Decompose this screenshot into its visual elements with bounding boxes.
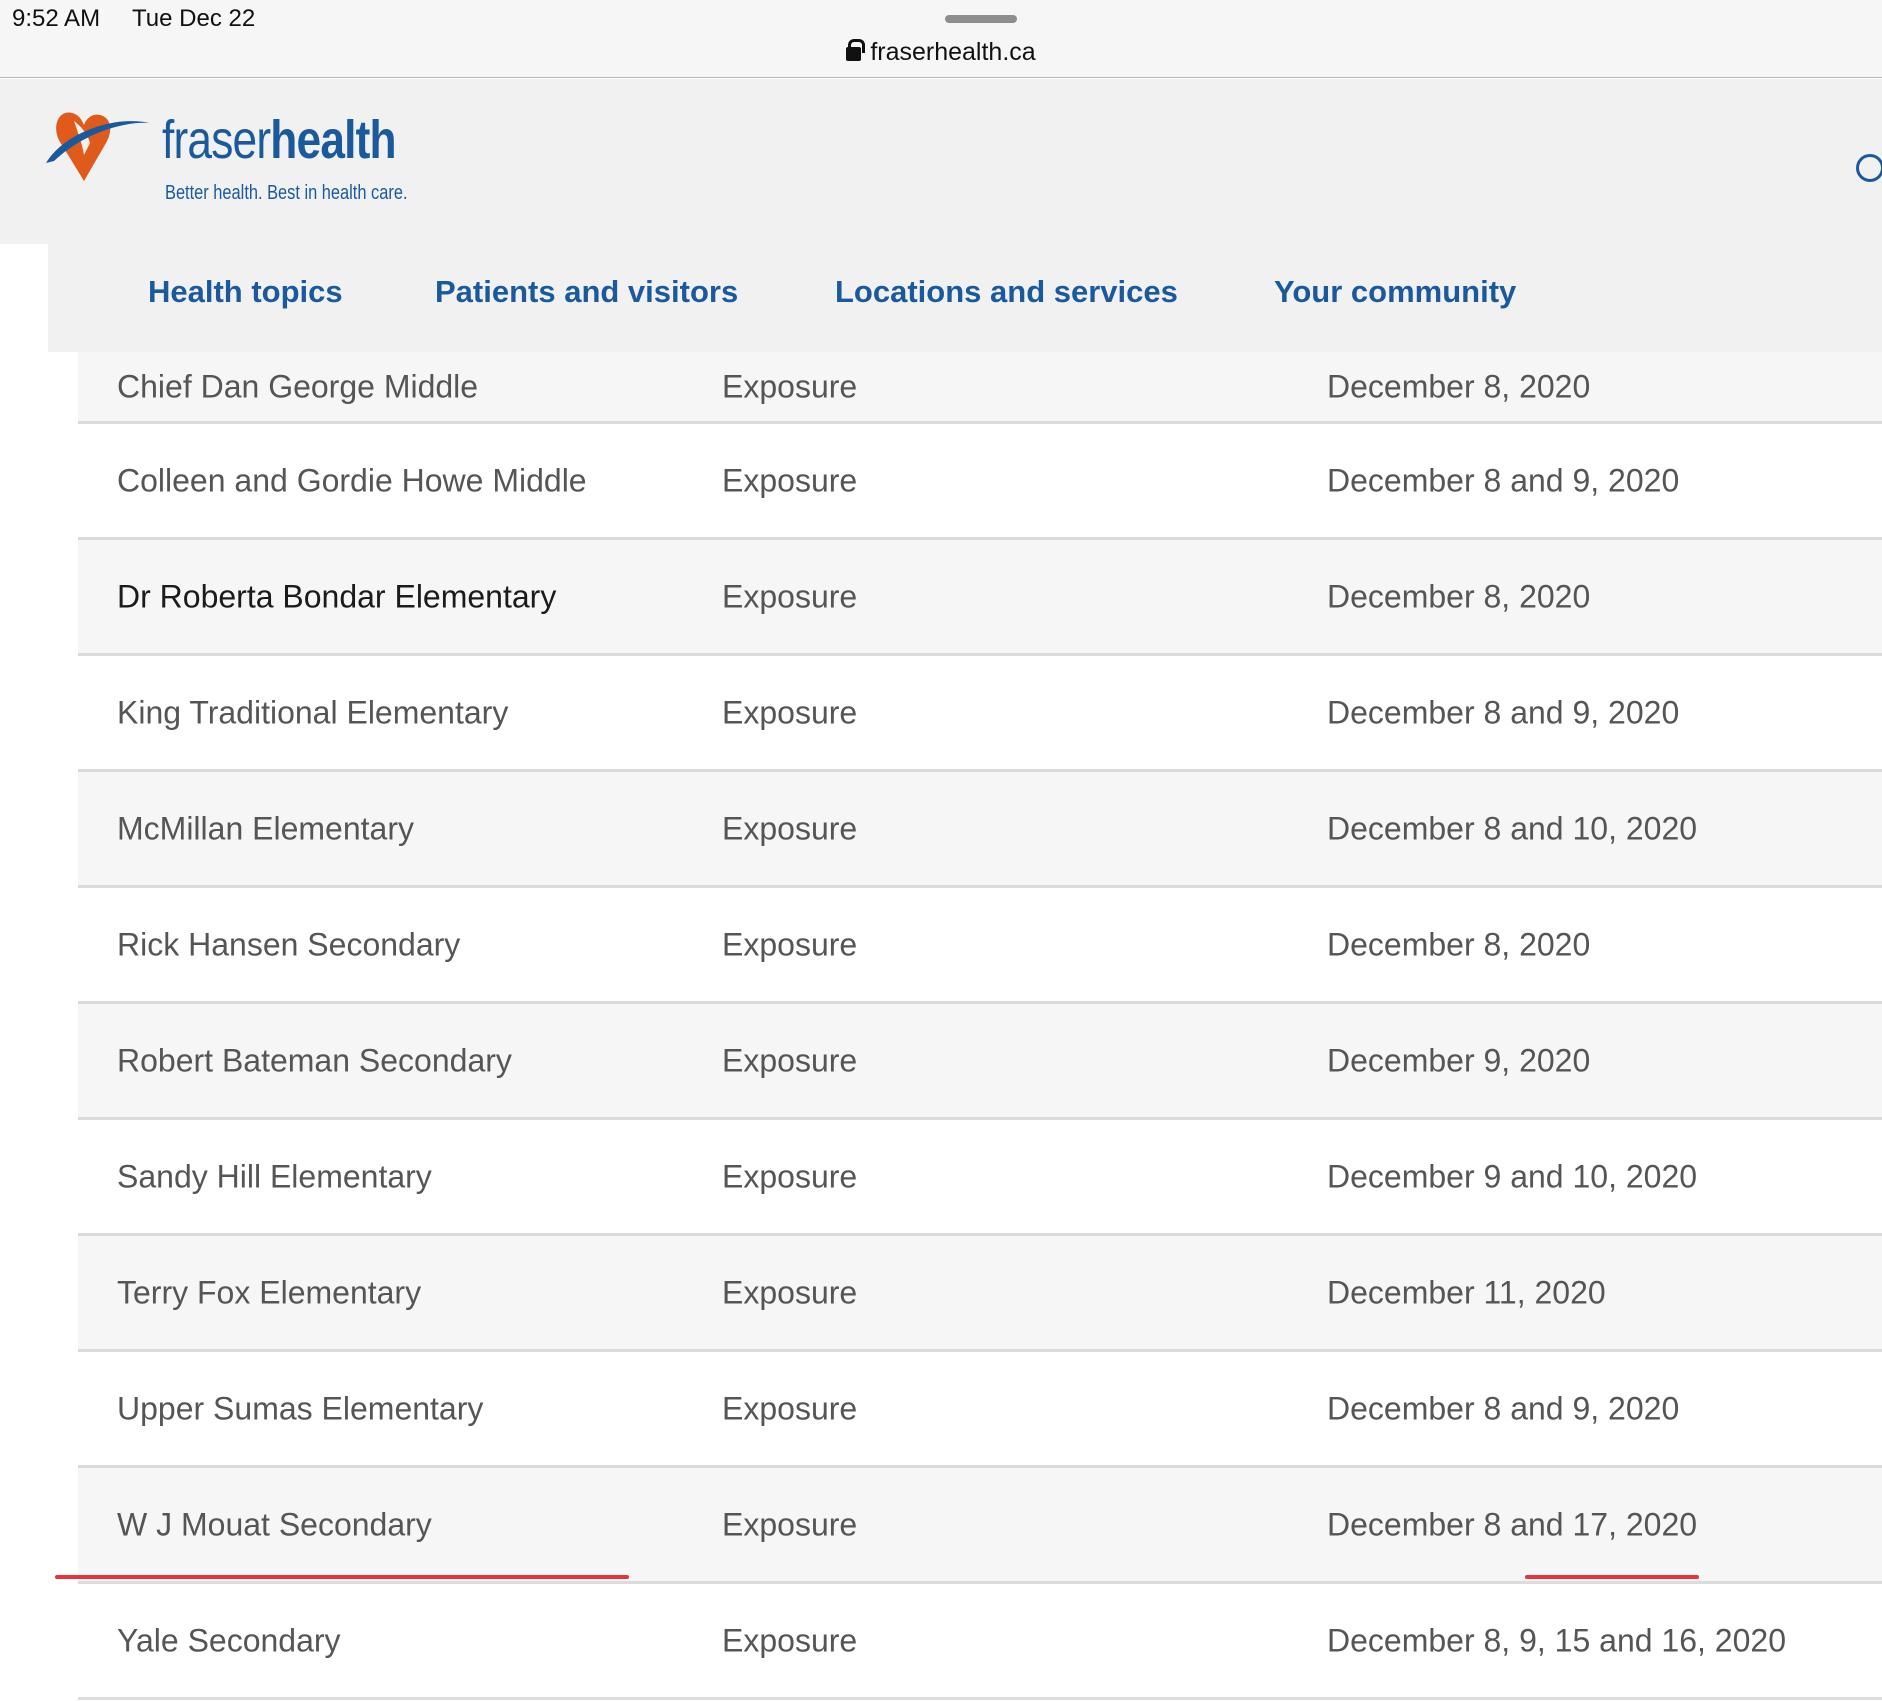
exposure-type-cell: Exposure — [722, 1506, 858, 1542]
school-name-cell: McMillan Elementary — [117, 810, 414, 846]
exposure-date-cell: December 8 and 9, 2020 — [1327, 1390, 1680, 1426]
school-name-cell: King Traditional Elementary — [117, 694, 509, 730]
school-name-cell: Dr Roberta Bondar Elementary — [117, 578, 557, 614]
table-row: McMillan Elementary Exposure December 8 … — [78, 772, 1882, 888]
exposure-date-cell: December 8 and 9, 2020 — [1327, 694, 1680, 730]
main-navigation: Health topics Patients and visitors Loca… — [48, 244, 1882, 352]
school-exposures-table: Chief Dan George Middle Exposure Decembe… — [78, 352, 1882, 1700]
lock-icon — [846, 39, 866, 61]
exposure-type-cell: Exposure — [722, 1390, 858, 1426]
exposure-date-cell: December 8, 2020 — [1327, 578, 1591, 614]
exposure-date-cell: December 8, 2020 — [1327, 926, 1591, 962]
exposure-type-cell: Exposure — [722, 1622, 858, 1658]
exposure-type-cell: Exposure — [722, 1158, 858, 1194]
brand-name-part2: health — [270, 110, 396, 170]
school-name-cell: Yale Secondary — [117, 1622, 341, 1658]
table-row: Colleen and Gordie Howe Middle Exposure … — [78, 424, 1882, 540]
school-name-cell: Upper Sumas Elementary — [117, 1390, 484, 1426]
exposure-date-cell: December 9 and 10, 2020 — [1327, 1158, 1698, 1194]
exposure-type-cell: Exposure — [722, 926, 858, 962]
browser-status-bar: 9:52 AM Tue Dec 22 fraserhealth.ca — [0, 0, 1882, 78]
table-row: Sandy Hill Elementary Exposure December … — [78, 1120, 1882, 1236]
exposure-type-cell: Exposure — [722, 462, 858, 498]
exposure-type-cell: Exposure — [722, 810, 858, 846]
table-row: Terry Fox Elementary Exposure December 1… — [78, 1236, 1882, 1352]
red-underline-date-annotation — [1525, 1575, 1699, 1579]
exposure-type-cell: Exposure — [722, 578, 858, 614]
exposure-date-cell: December 8, 2020 — [1327, 368, 1591, 404]
school-name-cell: W J Mouat Secondary — [117, 1506, 432, 1542]
exposure-type-cell: Exposure — [722, 1042, 858, 1078]
exposure-date-cell: December 8 and 10, 2020 — [1327, 810, 1698, 846]
red-underline-school-annotation — [55, 1575, 629, 1579]
nav-locations-and-services[interactable]: Locations and services — [835, 274, 1178, 310]
table-row: W J Mouat Secondary Exposure December 8 … — [78, 1468, 1882, 1584]
exposure-type-cell: Exposure — [722, 1274, 858, 1310]
status-date: Tue Dec 22 — [132, 5, 256, 32]
school-name-cell: Rick Hansen Secondary — [117, 926, 461, 962]
nav-patients-and-visitors[interactable]: Patients and visitors — [435, 274, 738, 310]
table-row: Yale Secondary Exposure December 8, 9, 1… — [78, 1584, 1882, 1700]
school-name-cell: Robert Bateman Secondary — [117, 1042, 512, 1078]
school-name-cell: Terry Fox Elementary — [117, 1274, 422, 1310]
window-grabber-handle[interactable] — [945, 15, 1017, 23]
site-header: fraserhealth Better health. Best in heal… — [0, 79, 1882, 244]
school-name-cell: Chief Dan George Middle — [117, 368, 479, 404]
page-left-gutter — [0, 244, 48, 1701]
table-row: King Traditional Elementary Exposure Dec… — [78, 656, 1882, 772]
exposure-date-cell: December 9, 2020 — [1327, 1042, 1591, 1078]
table-row: Dr Roberta Bondar Elementary Exposure De… — [78, 540, 1882, 656]
address-bar[interactable]: fraserhealth.ca — [0, 38, 1882, 67]
exposure-date-cell: December 8, 9, 15 and 16, 2020 — [1327, 1622, 1786, 1658]
exposure-type-cell: Exposure — [722, 694, 858, 730]
fraser-health-logo-icon[interactable] — [44, 103, 154, 188]
table-row: Upper Sumas Elementary Exposure December… — [78, 1352, 1882, 1468]
status-time: 9:52 AM — [12, 5, 101, 32]
search-icon[interactable] — [1856, 154, 1882, 182]
table-row: Rick Hansen Secondary Exposure December … — [78, 888, 1882, 1004]
table-row: Robert Bateman Secondary Exposure Decemb… — [78, 1004, 1882, 1120]
school-name-cell: Colleen and Gordie Howe Middle — [117, 462, 587, 498]
brand-tagline: Better health. Best in health care. — [165, 182, 408, 204]
table-row: Chief Dan George Middle Exposure Decembe… — [78, 352, 1882, 424]
nav-health-topics[interactable]: Health topics — [148, 274, 343, 310]
school-name-cell: Sandy Hill Elementary — [117, 1158, 432, 1194]
brand-wordmark[interactable]: fraserhealth — [162, 109, 397, 171]
exposure-date-cell: December 11, 2020 — [1327, 1274, 1606, 1310]
brand-name-part1: fraser — [162, 110, 271, 170]
exposure-date-cell: December 8 and 17, 2020 — [1327, 1506, 1698, 1542]
exposure-type-cell: Exposure — [722, 368, 858, 404]
exposure-date-cell: December 8 and 9, 2020 — [1327, 462, 1680, 498]
nav-your-community[interactable]: Your community — [1274, 274, 1516, 310]
url-text: fraserhealth.ca — [870, 38, 1036, 66]
